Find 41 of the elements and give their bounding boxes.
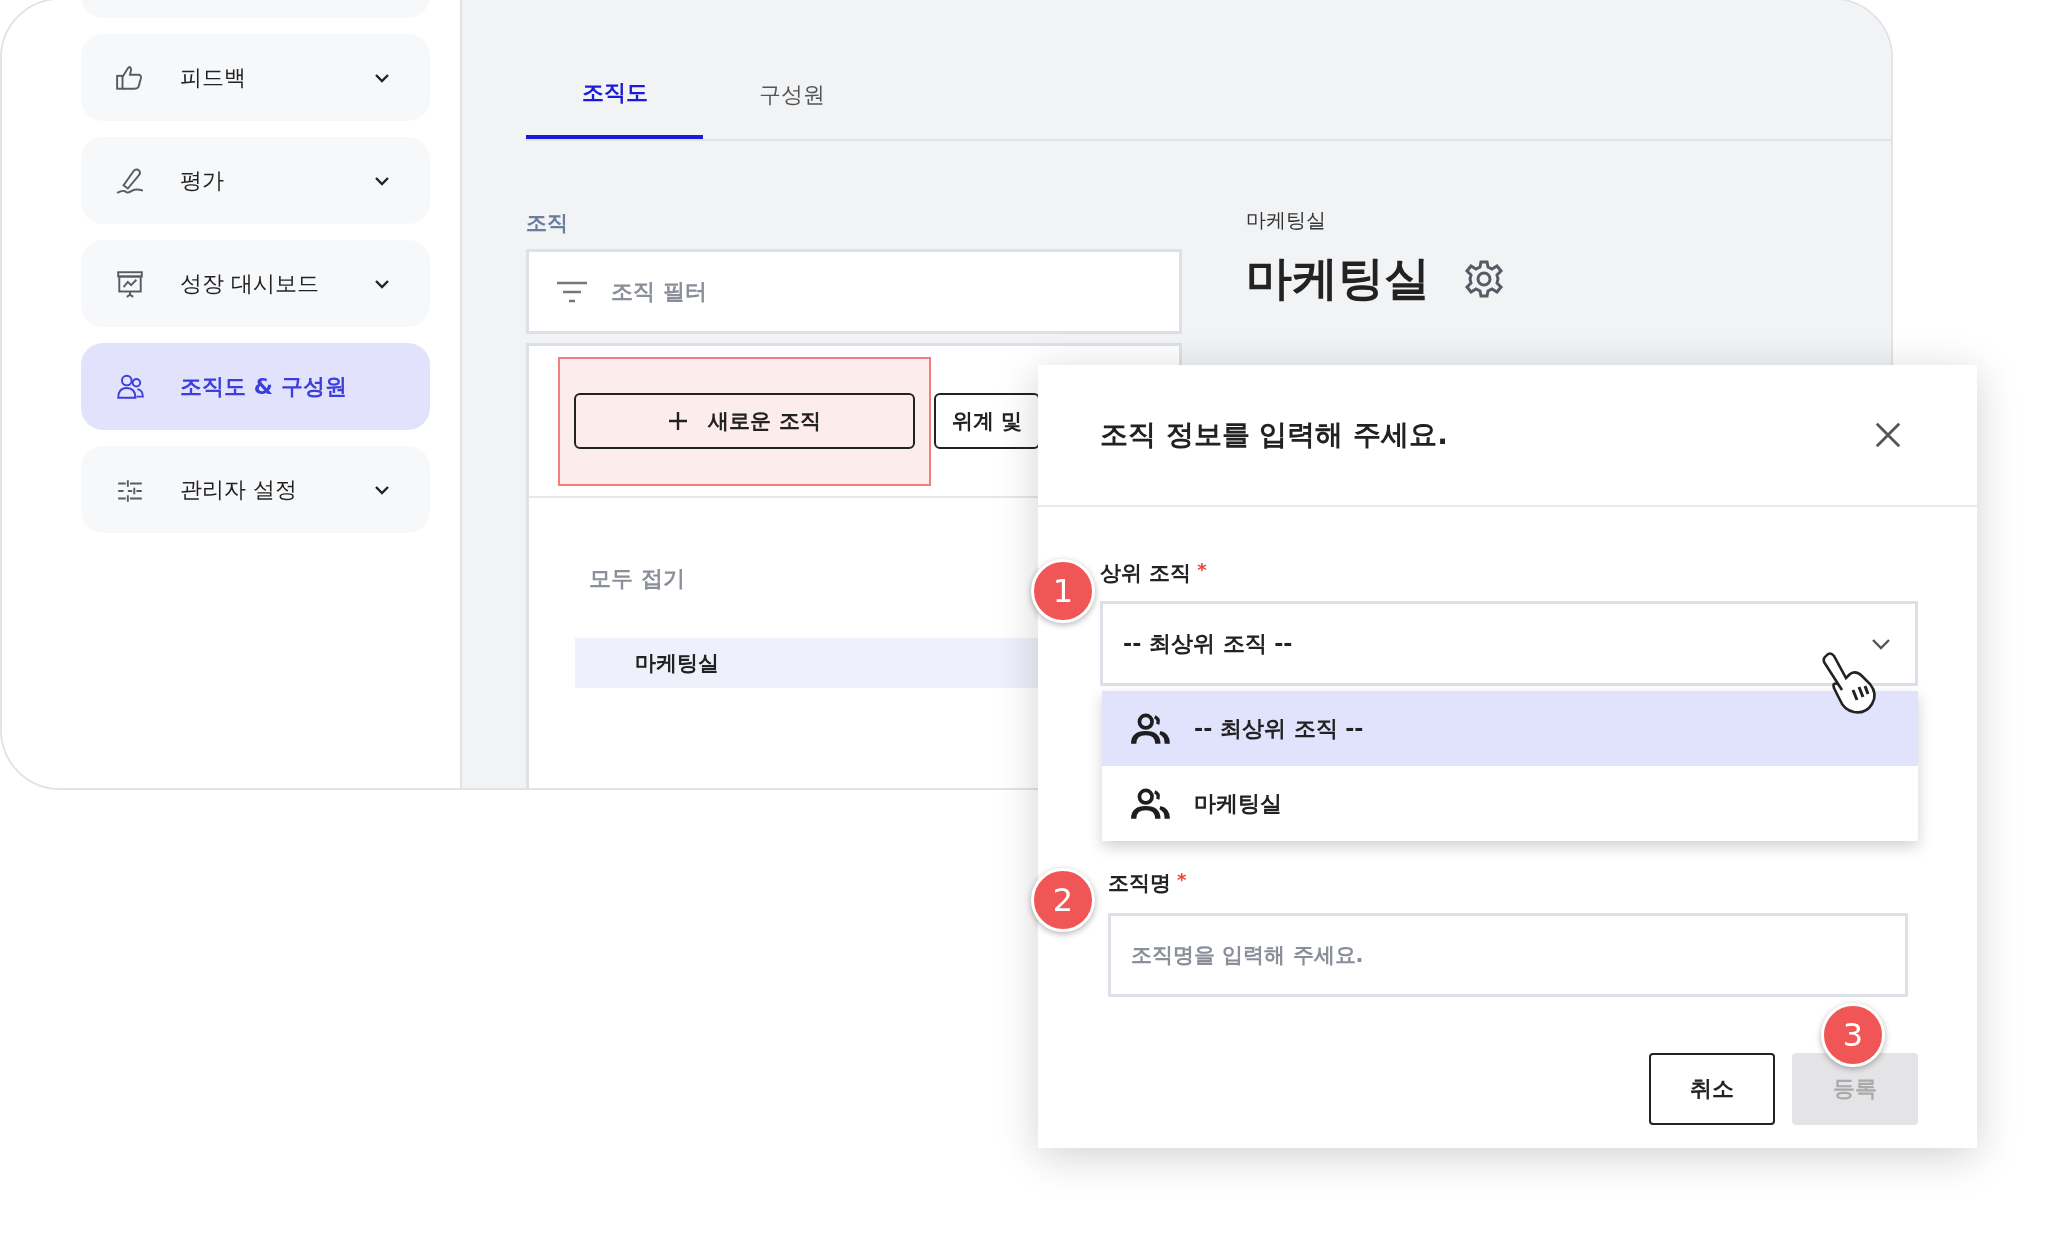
settings-icon[interactable]: [1464, 259, 1504, 299]
filter-icon: [555, 280, 589, 304]
chevron-down-icon[interactable]: [374, 175, 390, 186]
field-label: 조직명: [1108, 870, 1171, 897]
users-icon: [1130, 712, 1172, 745]
chevron-down-icon: [1871, 637, 1891, 650]
dropdown-option[interactable]: 마케팅실: [1102, 766, 1918, 841]
breadcrumb: 마케팅실: [1246, 207, 1327, 234]
sidebar-item-label: 피드백: [180, 63, 247, 92]
plus-icon: [668, 411, 689, 431]
select-field[interactable]: -- 최상위 조직 --: [1100, 601, 1918, 686]
dialog-title: 조직 정보를 입력해 주세요.: [1100, 417, 1449, 453]
new-org-button[interactable]: 새로운 조직: [574, 393, 915, 449]
chevron-down-icon[interactable]: [374, 484, 390, 495]
field-label: 상위 조직: [1100, 560, 1192, 587]
sidebar-item[interactable]: 조직도 & 구성원: [81, 343, 430, 430]
section-label: 조직: [526, 210, 569, 237]
sidebar-item-label: 성장 대시보드: [180, 269, 320, 298]
sidebar-item[interactable]: 성장 대시보드: [81, 240, 430, 327]
filter-field[interactable]: 조직 필터: [526, 249, 1182, 334]
cancel-button[interactable]: 취소: [1649, 1053, 1775, 1125]
required-mark: *: [1177, 869, 1187, 892]
required-mark: *: [1197, 559, 1207, 582]
sidebar-item-label: 관리자 설정: [180, 475, 298, 504]
sidebar-item[interactable]: 관리자 설정: [81, 446, 430, 533]
sidebar-item[interactable]: 평가: [81, 137, 430, 224]
page-title: 마케팅실: [1246, 250, 1430, 307]
users-icon: [1130, 787, 1172, 820]
sidebar-item-label: 조직도 & 구성원: [180, 372, 348, 401]
sidebar-item-label: 평가: [180, 166, 225, 195]
tab[interactable]: 구성원: [703, 50, 880, 139]
sidebar-item[interactable]: 피드백: [81, 34, 430, 121]
pen-icon: [115, 165, 145, 196]
hierarchy-button[interactable]: 위계 및: [934, 393, 1041, 449]
chevron-down-icon[interactable]: [374, 72, 390, 83]
name-input-field[interactable]: 조직명을 입력해 주세요.: [1108, 913, 1908, 997]
dropdown-option[interactable]: -- 최상위 조직 --: [1102, 691, 1918, 766]
chevron-down-icon[interactable]: [374, 278, 390, 289]
tab[interactable]: 조직도: [526, 50, 703, 139]
presentation-chart-icon: [115, 268, 145, 299]
close-icon[interactable]: [1874, 421, 1902, 449]
